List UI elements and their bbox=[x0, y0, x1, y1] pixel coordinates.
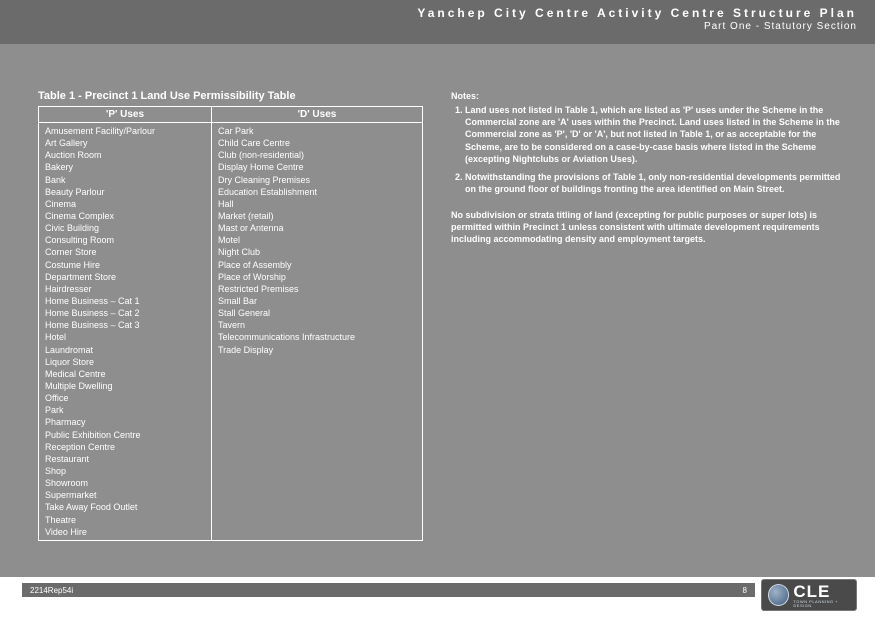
cle-logo: CLE TOWN PLANNING + DESIGN bbox=[761, 579, 857, 611]
page-container: Yanchep City Centre Activity Centre Stru… bbox=[0, 0, 875, 619]
notes-heading: Notes: bbox=[451, 90, 847, 102]
page-header: Yanchep City Centre Activity Centre Stru… bbox=[0, 0, 875, 44]
subdivision-paragraph: No subdivision or strata titling of land… bbox=[451, 209, 847, 245]
col-header-d: 'D' Uses bbox=[212, 107, 423, 123]
table-row: Amusement Facility/ParlourArt GalleryAuc… bbox=[39, 123, 423, 541]
left-column: Table 1 - Precinct 1 Land Use Permissibi… bbox=[38, 90, 423, 541]
logo-globe-icon bbox=[768, 584, 789, 606]
table-header-row: 'P' Uses 'D' Uses bbox=[39, 107, 423, 123]
col-header-p: 'P' Uses bbox=[39, 107, 212, 123]
header-subtitle: Part One - Statutory Section bbox=[0, 21, 857, 32]
table-title: Table 1 - Precinct 1 Land Use Permissibi… bbox=[38, 90, 423, 102]
notes-list: Land uses not listed in Table 1, which a… bbox=[465, 104, 847, 195]
logo-small-text: TOWN PLANNING + DESIGN bbox=[793, 600, 856, 608]
logo-big-text: CLE bbox=[793, 583, 856, 600]
page-footer: 2214Rep54i 8 CLE TOWN PLANNING + DESIGN bbox=[0, 577, 875, 619]
right-column: Notes: Land uses not listed in Table 1, … bbox=[451, 90, 847, 541]
p-uses-cell: Amusement Facility/ParlourArt GalleryAuc… bbox=[39, 123, 212, 541]
footer-ref: 2214Rep54i bbox=[30, 586, 73, 595]
logo-text: CLE TOWN PLANNING + DESIGN bbox=[793, 583, 856, 608]
content-area: Table 1 - Precinct 1 Land Use Permissibi… bbox=[38, 90, 847, 541]
footer-page-number: 8 bbox=[743, 586, 747, 595]
d-uses-cell: Car ParkChild Care CentreClub (non-resid… bbox=[212, 123, 423, 541]
land-use-table: 'P' Uses 'D' Uses Amusement Facility/Par… bbox=[38, 106, 423, 541]
note-item: Land uses not listed in Table 1, which a… bbox=[465, 104, 847, 165]
header-title: Yanchep City Centre Activity Centre Stru… bbox=[0, 6, 857, 20]
note-item: Notwithstanding the provisions of Table … bbox=[465, 171, 847, 195]
footer-bar: 2214Rep54i 8 bbox=[22, 583, 755, 597]
